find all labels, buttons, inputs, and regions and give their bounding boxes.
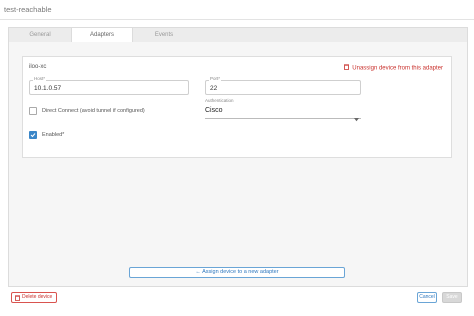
dialog-footer: Delete device Cancel Save — [0, 287, 474, 316]
delete-label: Delete device — [22, 294, 53, 300]
port-field[interactable]: Port* 22 — [205, 76, 361, 95]
authentication-value: Cisco — [205, 107, 223, 114]
dialog-title: test-reachable — [4, 5, 52, 14]
dialog-title-bar: test-reachable — [0, 0, 474, 20]
direct-connect-checkbox[interactable] — [29, 107, 37, 115]
direct-connect-label: Direct Connect (avoid tunnel if configur… — [42, 108, 145, 114]
trash-icon — [15, 294, 20, 305]
tab-bar: General Adapters Events — [8, 27, 468, 44]
assign-label: Assign device to a new adapter — [202, 269, 279, 275]
tab-events[interactable]: Events — [133, 28, 195, 43]
unassign-label: Unassign device from this adapter — [352, 65, 443, 72]
authentication-label: Authentication — [205, 98, 234, 103]
enabled-label: Enabled* — [42, 132, 65, 138]
edit-device-dialog: test-reachable General Adapters Events i… — [0, 0, 474, 316]
delete-device-button[interactable]: Delete device — [11, 292, 57, 303]
chevron-down-icon — [354, 109, 359, 127]
tab-general[interactable]: General — [9, 28, 71, 43]
host-field[interactable]: Host* 10.1.0.57 — [29, 76, 189, 95]
adapter-card: iloo-xc Unassign device from this adapte… — [22, 56, 452, 158]
host-value: 10.1.0.57 — [34, 85, 62, 92]
cancel-button[interactable]: Cancel — [417, 292, 437, 303]
authentication-select[interactable]: Authentication Cisco — [205, 98, 361, 122]
assign-adapter-button[interactable]: ← Assign device to a new adapter — [129, 267, 345, 278]
trash-icon — [344, 64, 350, 72]
adapter-name: iloo-xc — [29, 64, 47, 70]
unassign-adapter-link[interactable]: Unassign device from this adapter — [344, 64, 443, 72]
save-button[interactable]: Save — [442, 292, 462, 303]
port-label: Port* — [209, 76, 222, 81]
check-icon — [30, 133, 36, 138]
adapters-panel: iloo-xc Unassign device from this adapte… — [8, 42, 468, 287]
port-value: 22 — [210, 85, 218, 92]
host-label: Host* — [33, 76, 47, 81]
enabled-checkbox[interactable] — [29, 131, 37, 139]
